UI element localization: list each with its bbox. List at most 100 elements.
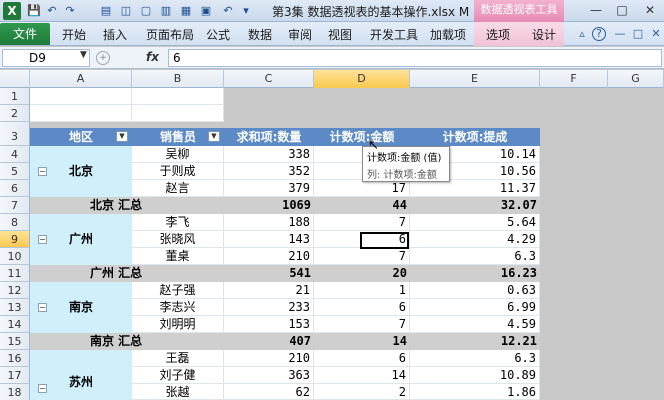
- column-header-selected[interactable]: D: [314, 70, 410, 88]
- pivot-header-sum-qty[interactable]: 求和项:数量: [224, 128, 314, 146]
- doc-minimize-icon[interactable]: —: [612, 26, 628, 42]
- cell[interactable]: [30, 105, 132, 122]
- help-icon[interactable]: ?: [592, 27, 606, 41]
- subtotal-label[interactable]: 北京 汇总: [30, 197, 224, 214]
- row-header[interactable]: 7: [0, 197, 30, 214]
- filter-dropdown-icon[interactable]: ▼: [208, 131, 220, 142]
- seller-cell[interactable]: 张越: [132, 384, 224, 400]
- collapse-icon[interactable]: −: [38, 303, 47, 312]
- seller-cell[interactable]: 于则成: [132, 163, 224, 180]
- tab-data[interactable]: 数据: [248, 26, 272, 43]
- count-cell[interactable]: 7: [314, 248, 410, 265]
- subtotal-label[interactable]: 南京 汇总: [30, 333, 224, 350]
- subtotal-qty[interactable]: 407: [224, 333, 314, 350]
- column-header[interactable]: F: [540, 70, 608, 88]
- row-header[interactable]: 15: [0, 333, 30, 350]
- tab-formulas[interactable]: 公式: [206, 26, 230, 43]
- qty-cell[interactable]: 363: [224, 367, 314, 384]
- row-header[interactable]: 16: [0, 350, 30, 367]
- count-cell[interactable]: 14: [314, 367, 410, 384]
- qty-cell[interactable]: 62: [224, 384, 314, 400]
- row-header[interactable]: 14: [0, 316, 30, 333]
- tab-home[interactable]: 开始: [62, 26, 86, 43]
- row-header[interactable]: 17: [0, 367, 30, 384]
- column-header[interactable]: C: [224, 70, 314, 88]
- print-icon[interactable]: ▤: [98, 3, 114, 19]
- pivot-header-count-commission[interactable]: 计数项:提成: [410, 128, 540, 146]
- seller-cell[interactable]: 王磊: [132, 350, 224, 367]
- column-header[interactable]: A: [30, 70, 132, 88]
- count-cell[interactable]: 1: [314, 282, 410, 299]
- collapse-icon[interactable]: −: [38, 384, 47, 393]
- subtotal-count[interactable]: 14: [314, 333, 410, 350]
- subtotal-count[interactable]: 20: [314, 265, 410, 282]
- row-header[interactable]: 11: [0, 265, 30, 282]
- row-header[interactable]: 18: [0, 384, 30, 400]
- tab-review[interactable]: 审阅: [288, 26, 312, 43]
- commission-cell[interactable]: 5.64: [410, 214, 540, 231]
- row-header[interactable]: 2: [0, 105, 30, 122]
- undo-icon[interactable]: ↶: [44, 3, 60, 19]
- qty-cell[interactable]: 352: [224, 163, 314, 180]
- column-header[interactable]: G: [608, 70, 664, 88]
- qty-cell[interactable]: 233: [224, 299, 314, 316]
- restore-button[interactable]: □: [612, 2, 632, 19]
- seller-cell[interactable]: 赵子强: [132, 282, 224, 299]
- tab-insert[interactable]: 插入: [103, 26, 127, 43]
- seller-cell[interactable]: 吴柳: [132, 146, 224, 163]
- subtotal-qty[interactable]: 541: [224, 265, 314, 282]
- subtotal-count[interactable]: 44: [314, 197, 410, 214]
- row-header[interactable]: 13: [0, 299, 30, 316]
- ribbon-collapse-icon[interactable]: ▵: [574, 26, 590, 42]
- formula-expand-icon[interactable]: +: [96, 51, 110, 65]
- table-icon[interactable]: ▦: [178, 3, 194, 19]
- qty-cell[interactable]: 143: [224, 231, 314, 248]
- commission-cell[interactable]: 6.3: [410, 248, 540, 265]
- qty-cell[interactable]: 188: [224, 214, 314, 231]
- count-cell[interactable]: 2: [314, 384, 410, 400]
- qty-cell[interactable]: 210: [224, 248, 314, 265]
- row-header[interactable]: 5: [0, 163, 30, 180]
- name-box-dropdown-icon[interactable]: ▼: [80, 50, 87, 60]
- count-cell[interactable]: 7: [314, 214, 410, 231]
- commission-cell[interactable]: 4.59: [410, 316, 540, 333]
- seller-cell[interactable]: 李志兴: [132, 299, 224, 316]
- insert-function-button[interactable]: fx: [146, 50, 159, 64]
- row-header[interactable]: 8: [0, 214, 30, 231]
- cell[interactable]: [132, 88, 224, 105]
- commission-cell[interactable]: 4.29: [410, 231, 540, 248]
- quick-access-more-icon[interactable]: ▾: [238, 3, 254, 19]
- cell[interactable]: [30, 88, 132, 105]
- tab-add-ins[interactable]: 加载项: [430, 26, 466, 43]
- subtotal-commission[interactable]: 12.21: [410, 333, 540, 350]
- qty-cell[interactable]: 210: [224, 350, 314, 367]
- pivot-header-seller[interactable]: 销售员 ▼: [132, 128, 224, 146]
- pivot-header-region[interactable]: 地区 ▼: [30, 128, 132, 146]
- seller-cell[interactable]: 李飞: [132, 214, 224, 231]
- seller-cell[interactable]: 刘明明: [132, 316, 224, 333]
- row-header-selected[interactable]: 9: [0, 231, 30, 248]
- formula-input[interactable]: 6: [168, 49, 662, 67]
- subtotal-qty[interactable]: 1069: [224, 197, 314, 214]
- commission-cell[interactable]: 6.3: [410, 350, 540, 367]
- pivot-header-count-amount[interactable]: 计数项:金额: [314, 128, 410, 146]
- count-cell[interactable]: 6: [314, 299, 410, 316]
- preview-icon[interactable]: ◫: [118, 3, 134, 19]
- select-all-corner[interactable]: [0, 70, 30, 88]
- undo-arrow-icon[interactable]: ↶: [220, 3, 236, 19]
- commission-cell[interactable]: 6.99: [410, 299, 540, 316]
- tab-design[interactable]: 设计: [532, 26, 556, 43]
- seller-cell[interactable]: 赵言: [132, 180, 224, 197]
- count-cell[interactable]: 7: [314, 316, 410, 333]
- column-header[interactable]: E: [410, 70, 540, 88]
- commission-cell[interactable]: 11.37: [410, 180, 540, 197]
- subtotal-commission[interactable]: 16.23: [410, 265, 540, 282]
- tab-file[interactable]: 文件: [0, 23, 50, 45]
- tab-developer[interactable]: 开发工具: [370, 26, 418, 43]
- file-icon[interactable]: ▢: [138, 3, 154, 19]
- qty-cell[interactable]: 338: [224, 146, 314, 163]
- collapse-icon[interactable]: −: [38, 167, 47, 176]
- close-button[interactable]: ✕: [640, 2, 660, 19]
- commission-cell[interactable]: 0.63: [410, 282, 540, 299]
- tab-options[interactable]: 选项: [486, 26, 510, 43]
